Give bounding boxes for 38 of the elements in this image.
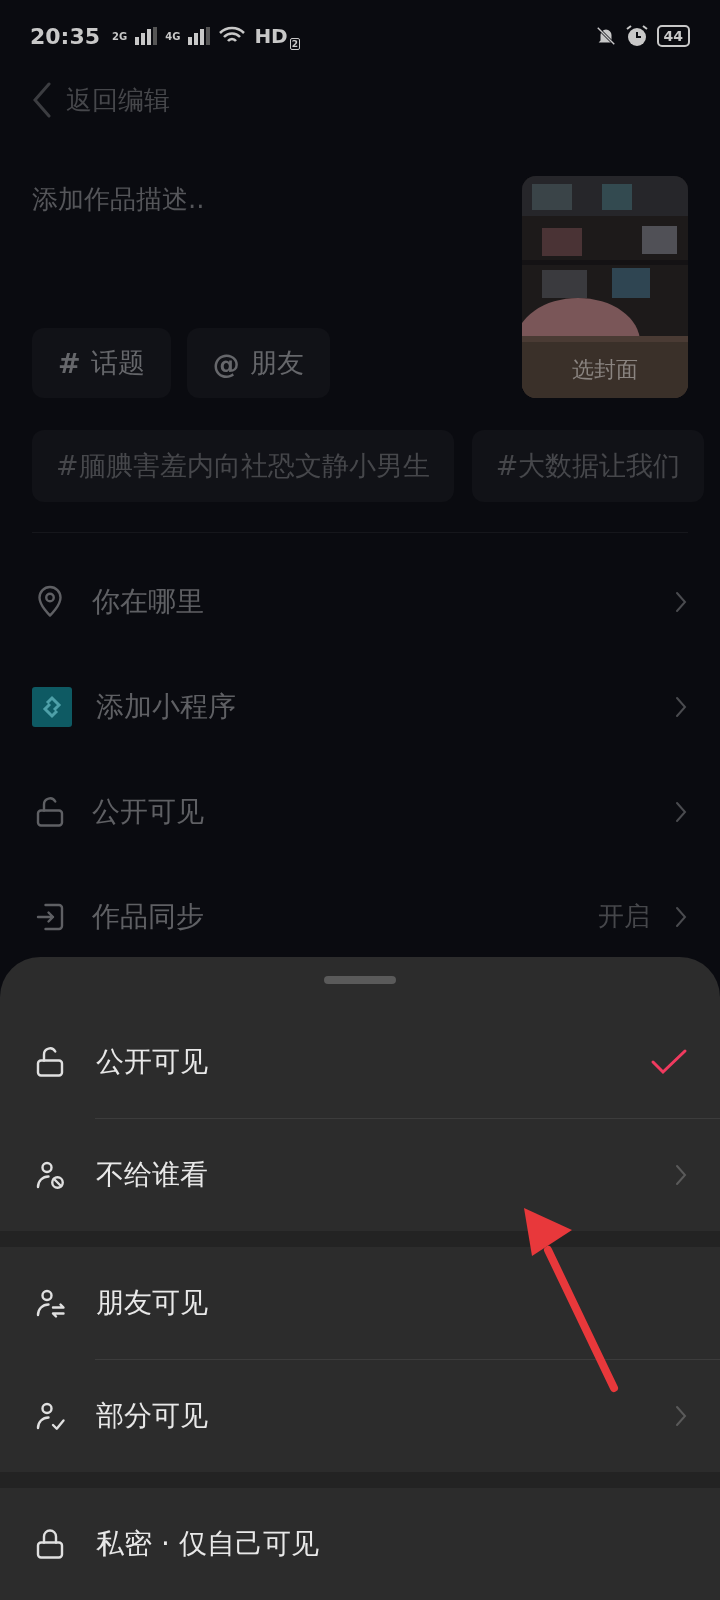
visibility-option[interactable]: 朋友可见: [0, 1246, 720, 1359]
alarm-icon: [624, 24, 649, 48]
option-label: 公开可见: [96, 1043, 209, 1080]
signal-icon: [135, 27, 158, 45]
setting-label[interactable]: 公开可见: [92, 792, 650, 831]
visibility-option[interactable]: 公开可见: [0, 1005, 720, 1118]
mini-program-icon: [32, 686, 72, 727]
setting-value: 开启: [598, 900, 650, 933]
status-time: 20:35: [30, 23, 101, 49]
visibility-option[interactable]: 不给谁看: [0, 1118, 720, 1231]
option-label: 部分可见: [96, 1397, 209, 1434]
setting-label[interactable]: 你在哪里: [92, 582, 650, 621]
chevron-right-icon: [674, 904, 688, 929]
chevron-right-icon: [674, 1162, 688, 1187]
option-label: 不给谁看: [96, 1156, 209, 1193]
chevron-right-icon: [674, 589, 688, 614]
chevron-right-icon: [674, 799, 688, 824]
network-type: 4G: [165, 30, 181, 42]
visibility-option[interactable]: 部分可见: [0, 1359, 720, 1472]
bell-muted-icon: [594, 25, 617, 47]
network-type: 2G: [112, 30, 128, 42]
hd-indicator: HD: [254, 24, 288, 48]
visibility-option[interactable]: 私密 · 仅自己可见: [0, 1488, 720, 1600]
chevron-right-icon: [674, 694, 688, 719]
chevron-right-icon: [674, 1403, 688, 1428]
mention-chip[interactable]: # 话题: [32, 328, 171, 398]
description-field[interactable]: 添加作品描述..: [32, 184, 412, 214]
back-label[interactable]: 返回编辑: [66, 82, 170, 118]
choose-cover-button[interactable]: 选封面: [522, 342, 688, 398]
setting-label[interactable]: 添加小程序: [96, 687, 650, 726]
signal-icon: [188, 27, 211, 45]
setting-label[interactable]: 作品同步: [92, 897, 574, 936]
option-label: 朋友可见: [96, 1284, 209, 1321]
option-label: 私密 · 仅自己可见: [96, 1526, 320, 1562]
drag-handle[interactable]: [324, 976, 396, 984]
hd-index: 2: [289, 38, 300, 50]
mention-chip[interactable]: @ 朋友: [186, 328, 330, 398]
battery-level: 44: [656, 25, 690, 47]
